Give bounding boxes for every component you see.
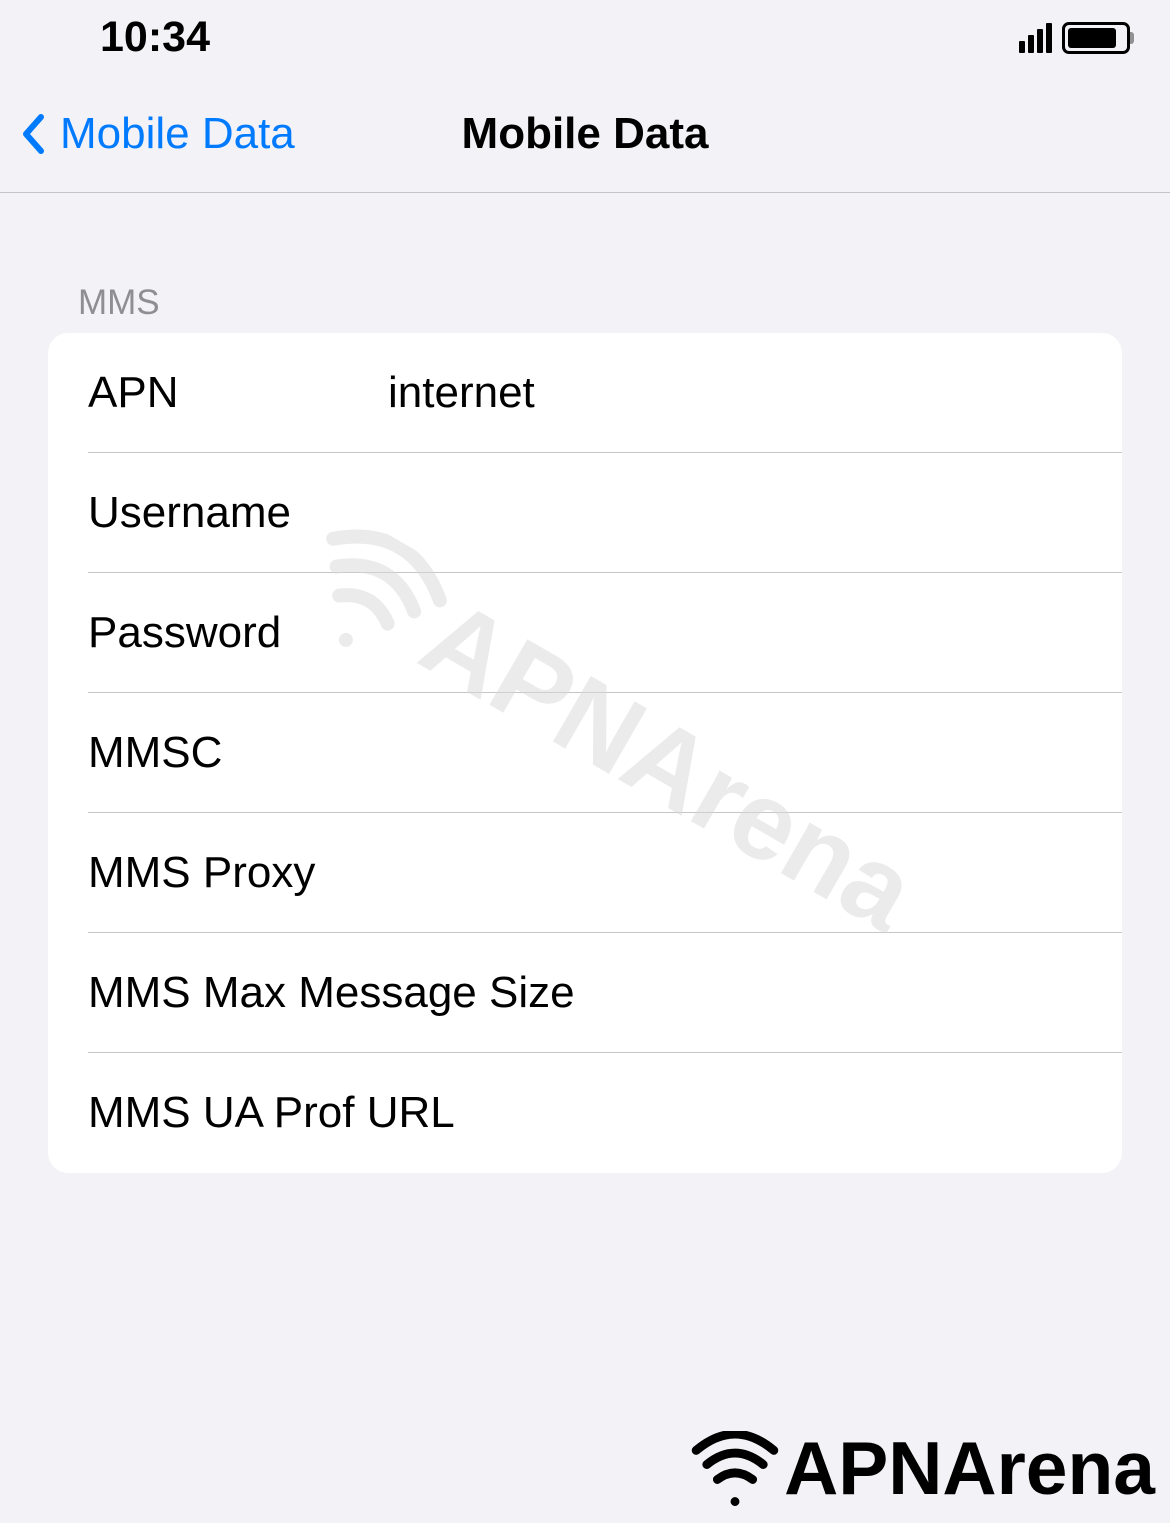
status-icons bbox=[1019, 22, 1130, 54]
page-title: Mobile Data bbox=[462, 109, 709, 159]
settings-group-mms: APN internet Username Password MMSC MMS … bbox=[48, 333, 1122, 1173]
row-label: APN bbox=[88, 368, 388, 418]
status-time: 10:34 bbox=[100, 13, 210, 62]
row-mms-ua-prof-url[interactable]: MMS UA Prof URL bbox=[48, 1053, 1122, 1173]
row-password[interactable]: Password bbox=[48, 573, 1122, 693]
row-mmsc[interactable]: MMSC bbox=[48, 693, 1122, 813]
row-mms-max-message-size[interactable]: MMS Max Message Size bbox=[48, 933, 1122, 1053]
chevron-left-icon bbox=[20, 113, 45, 155]
section-header-mms: MMS bbox=[48, 193, 1122, 333]
watermark-bottom: APNArena bbox=[690, 1425, 1155, 1511]
battery-icon bbox=[1062, 22, 1130, 54]
back-button[interactable]: Mobile Data bbox=[0, 109, 295, 159]
row-label: MMS UA Prof URL bbox=[88, 1088, 455, 1138]
row-label: MMSC bbox=[88, 728, 388, 778]
row-username[interactable]: Username bbox=[48, 453, 1122, 573]
row-mms-proxy[interactable]: MMS Proxy bbox=[48, 813, 1122, 933]
cellular-signal-icon bbox=[1019, 23, 1052, 53]
content: MMS APN internet Username Password MMSC … bbox=[0, 193, 1170, 1173]
back-label: Mobile Data bbox=[60, 109, 295, 159]
row-apn[interactable]: APN internet bbox=[48, 333, 1122, 453]
nav-bar: Mobile Data Mobile Data bbox=[0, 75, 1170, 193]
row-label: Password bbox=[88, 608, 388, 658]
row-label: MMS Max Message Size bbox=[88, 968, 575, 1018]
status-bar: 10:34 bbox=[0, 0, 1170, 75]
row-value: internet bbox=[388, 368, 1122, 418]
watermark-text: APNArena bbox=[784, 1425, 1155, 1511]
wifi-icon bbox=[690, 1431, 780, 1506]
row-label: MMS Proxy bbox=[88, 848, 388, 898]
row-label: Username bbox=[88, 488, 388, 538]
